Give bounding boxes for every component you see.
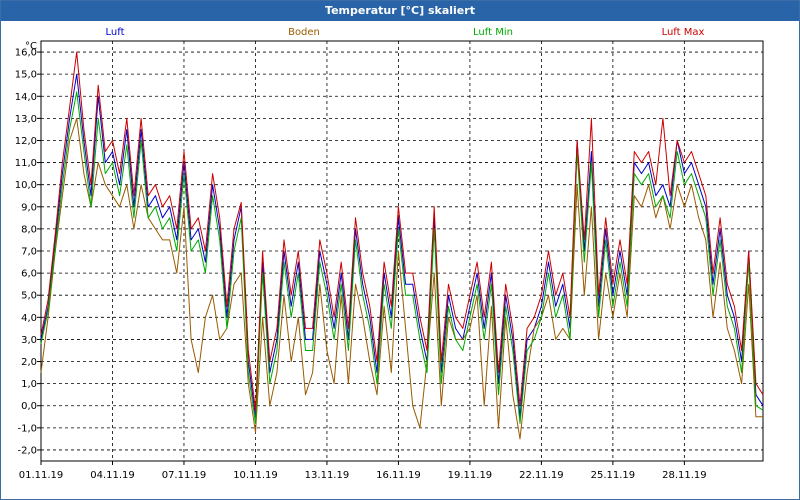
y-tick-label: 2,0 — [21, 357, 37, 368]
x-tick-label: 28.11.19 — [662, 470, 707, 481]
y-tick-label: 11,0 — [15, 158, 37, 169]
legend: Luft Boden Luft Min Luft Max — [106, 27, 705, 38]
y-tick-label: -2,0 — [17, 445, 37, 456]
y-tick-label: 0,0 — [21, 401, 37, 412]
y-tick-label: 9,0 — [21, 202, 37, 213]
x-tick-label: 04.11.19 — [90, 470, 135, 481]
y-tick-label: 8,0 — [21, 224, 37, 235]
x-tick-label: 07.11.19 — [162, 470, 207, 481]
y-tick-label: 13,0 — [15, 114, 37, 125]
temperature-chart: -2,0 -1,0 0,0 1,0 2,0 3,0 4,0 5,0 6,0 7,0 8,0 9,0 10… — [15, 27, 764, 481]
x-tick-label: 01.11.19 — [19, 470, 64, 481]
x-tick-label: 16.11.19 — [376, 470, 421, 481]
chart-window: Temperatur [°C] skaliert -2,0 -1,0 0,0 1,0 2… — [0, 0, 800, 500]
y-tick-label: 15,0 — [15, 70, 37, 81]
x-tick-label: 22.11.19 — [519, 470, 564, 481]
y-tick-label: 12,0 — [15, 136, 37, 147]
y-tick-label: 6,0 — [21, 269, 37, 280]
y-tick-label: -1,0 — [17, 423, 37, 434]
legend-entry-luft-max: Luft Max — [662, 27, 705, 38]
y-tick-label: 4,0 — [21, 313, 37, 324]
y-tick-label: 7,0 — [21, 247, 37, 258]
y-axis-unit: °C — [25, 41, 37, 52]
legend-entry-boden: Boden — [288, 27, 320, 38]
legend-entry-luft-min: Luft Min — [473, 27, 513, 38]
y-tick-label: 5,0 — [21, 291, 37, 302]
legend-entry-luft: Luft — [106, 27, 125, 38]
x-tick-label: 13.11.19 — [305, 470, 350, 481]
y-tick-label: 3,0 — [21, 335, 37, 346]
x-tick-label: 25.11.19 — [591, 470, 636, 481]
x-tick-label: 19.11.19 — [448, 470, 493, 481]
y-tick-label: 14,0 — [15, 92, 37, 103]
y-tick-label: 1,0 — [21, 379, 37, 390]
y-tick-label: 10,0 — [15, 180, 37, 191]
window-title: Temperatur [°C] skaliert — [1, 1, 799, 21]
x-tick-label: 10.11.19 — [233, 470, 278, 481]
